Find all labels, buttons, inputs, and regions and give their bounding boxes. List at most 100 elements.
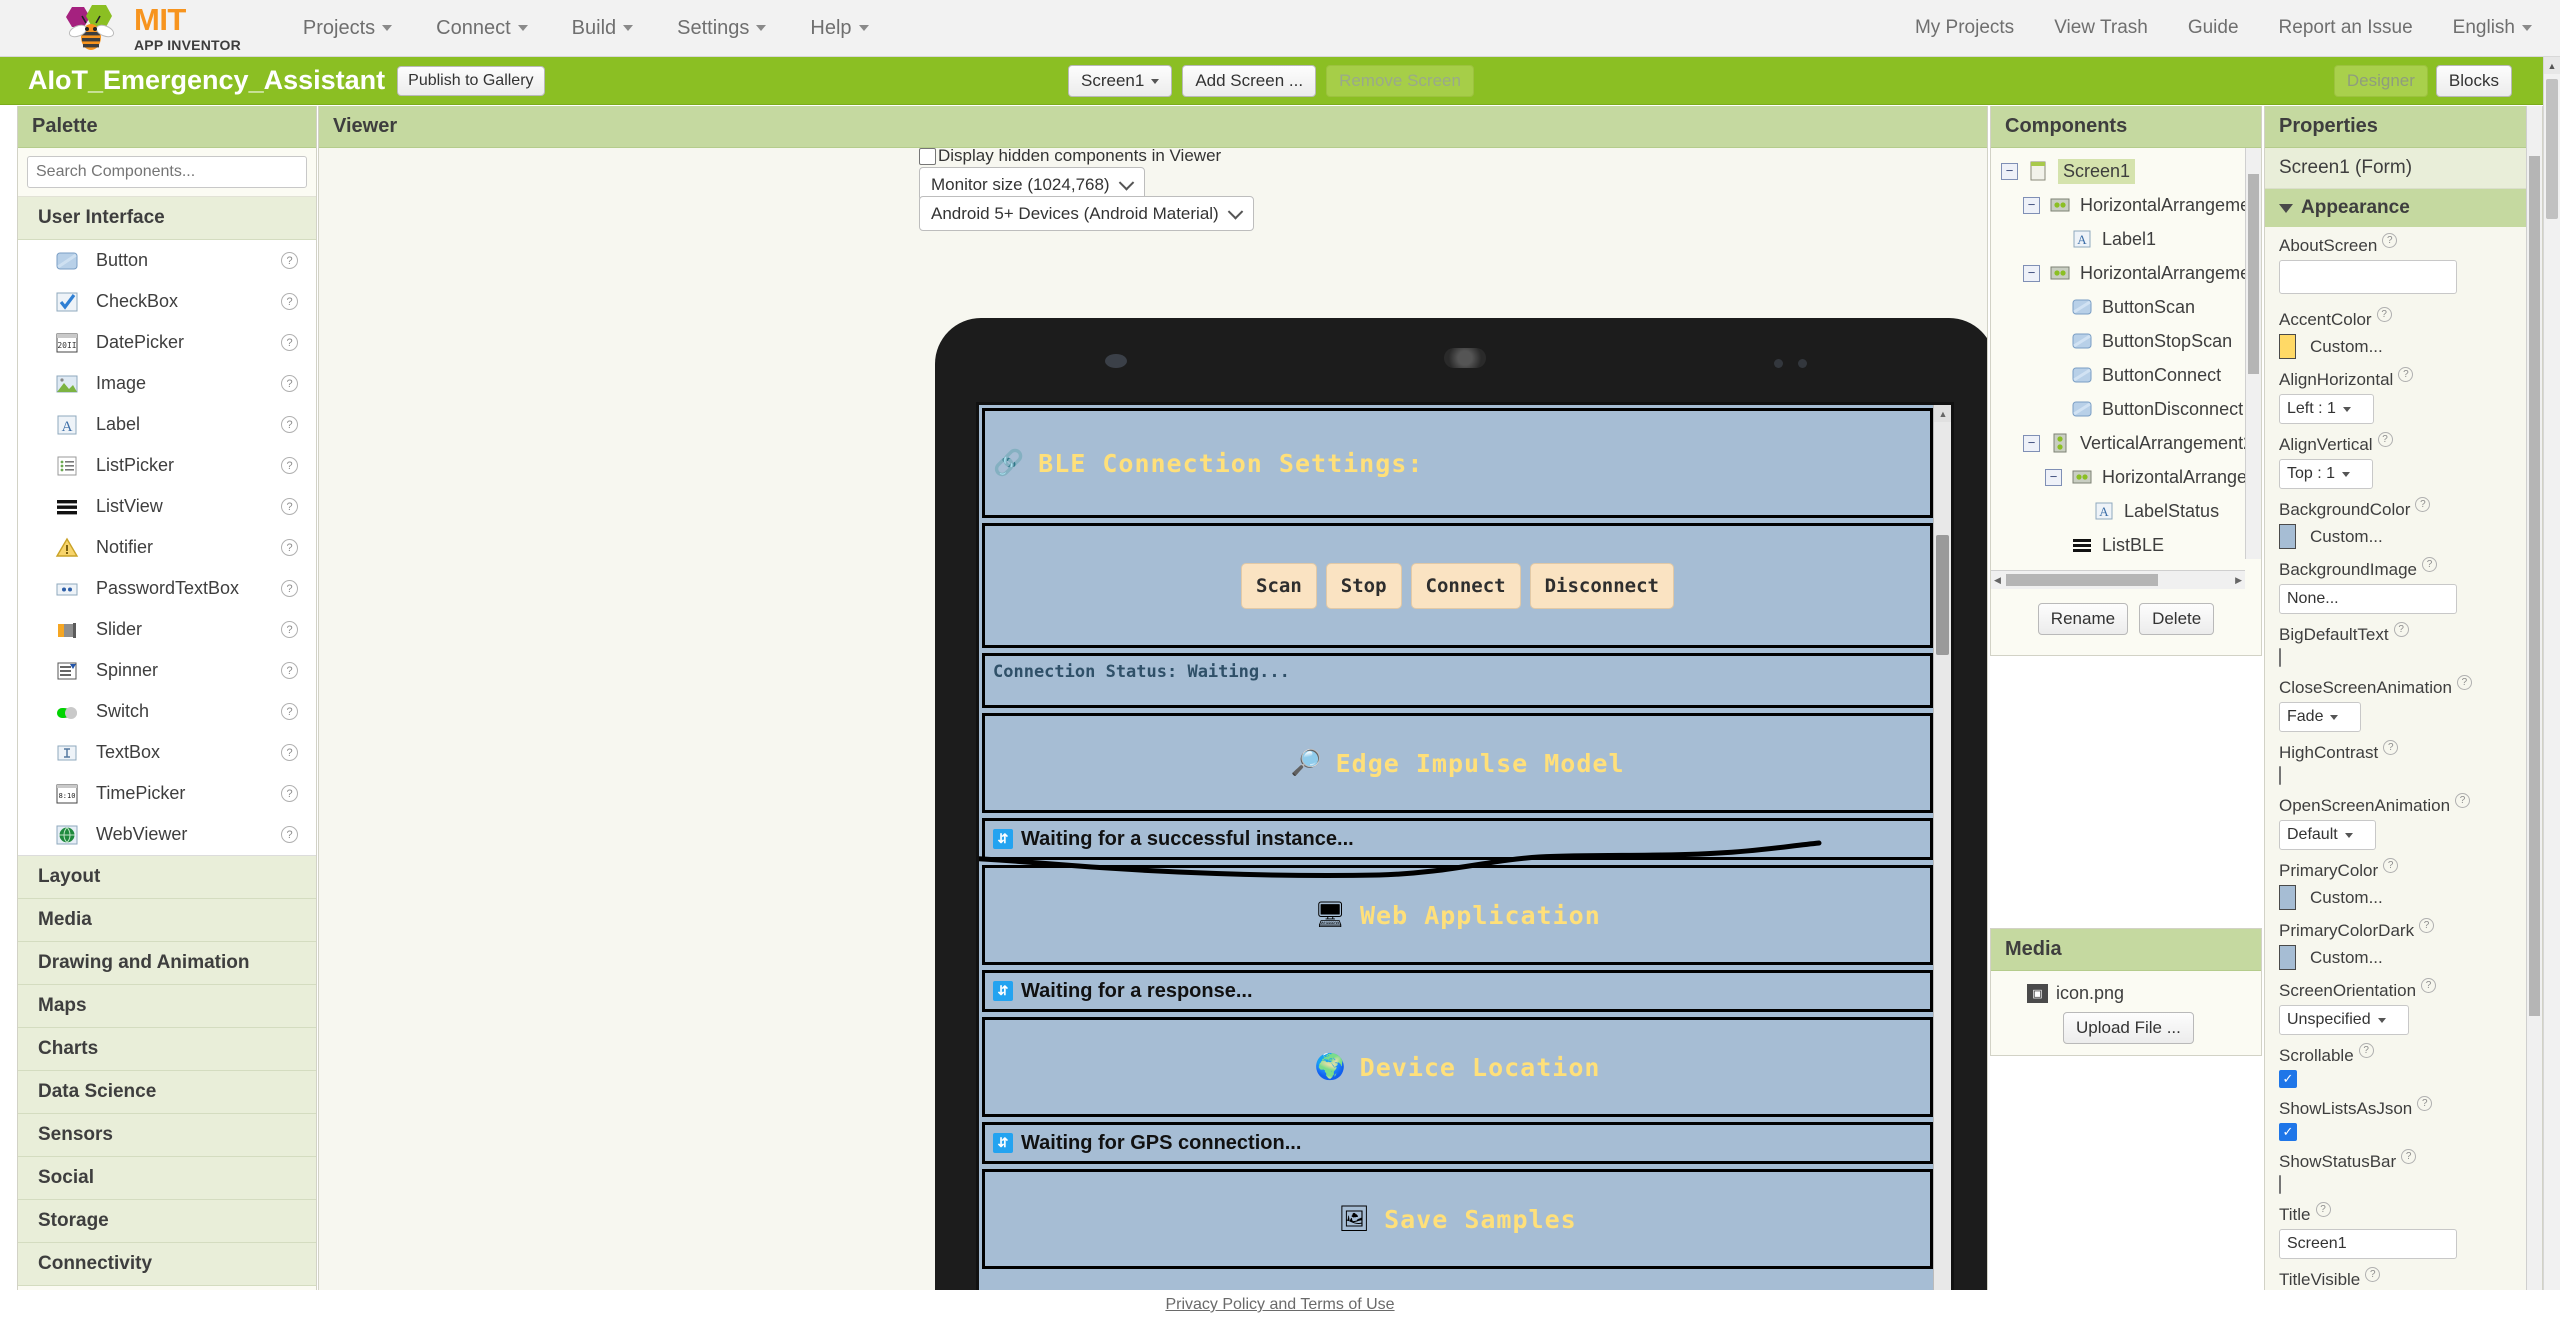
property-input-title[interactable]	[2279, 1229, 2457, 1259]
status-row-6[interactable]: ⇵ Waiting for a response...	[982, 970, 1933, 1012]
guide-link[interactable]: Guide	[2188, 17, 2239, 39]
help-icon[interactable]: ?	[2419, 918, 2435, 933]
palette-category-social[interactable]: Social	[18, 1157, 316, 1200]
help-icon[interactable]: ?	[281, 580, 298, 597]
palette-category-user-interface[interactable]: User Interface	[18, 197, 316, 240]
help-icon[interactable]: ?	[281, 785, 298, 802]
add-screen-button[interactable]: Add Screen ...	[1182, 64, 1317, 97]
nav-help[interactable]: Help	[810, 17, 869, 40]
display-hidden-components-row[interactable]: Display hidden components in Viewer	[919, 146, 1221, 166]
property-color-row[interactable]: Custom...	[2279, 524, 2528, 549]
help-icon[interactable]: ?	[2421, 978, 2437, 993]
help-icon[interactable]: ?	[281, 498, 298, 515]
palette-item-webviewer[interactable]: WebViewer?	[18, 814, 316, 855]
property-color-row[interactable]: Custom...	[2279, 334, 2528, 359]
component-tree-vscrollbar[interactable]	[2245, 148, 2261, 559]
help-icon[interactable]: ?	[281, 252, 298, 269]
property-color-row[interactable]: Custom...	[2279, 885, 2528, 910]
tree-node-horizontalarrangement[interactable]: − HorizontalArrangement	[1991, 256, 2245, 290]
collapse-icon[interactable]: −	[2001, 162, 2018, 180]
scroll-left-icon[interactable]: ◀	[1994, 575, 2001, 586]
collapse-icon[interactable]: −	[2045, 468, 2062, 486]
help-icon[interactable]: ?	[281, 539, 298, 556]
property-checkbox-scrollable[interactable]: ✓	[2279, 1070, 2297, 1088]
color-swatch[interactable]	[2279, 334, 2296, 359]
phone-screen-scrollbar[interactable]: ▲	[1933, 405, 1951, 1319]
color-swatch[interactable]	[2279, 945, 2296, 970]
palette-item-datepicker[interactable]: 20II DatePicker?	[18, 322, 316, 363]
scrollbar-thumb[interactable]	[2006, 574, 2158, 586]
tree-node-verticalarrangement2[interactable]: − VerticalArrangement2	[1991, 426, 2245, 460]
property-input-backgroundimage[interactable]	[2279, 584, 2457, 614]
palette-category-charts[interactable]: Charts	[18, 1028, 316, 1071]
tab-blocks[interactable]: Blocks	[2435, 64, 2512, 97]
help-icon[interactable]: ?	[2358, 1043, 2374, 1058]
arrangement-0[interactable]: 🔗 BLE Connection Settings:	[982, 408, 1933, 518]
delete-button[interactable]: Delete	[2139, 603, 2215, 635]
palette-category-storage[interactable]: Storage	[18, 1200, 316, 1243]
tree-node-buttondisconnect[interactable]: ButtonDisconnect	[1991, 392, 2245, 426]
tree-node-label1[interactable]: A Label1	[1991, 222, 2245, 256]
help-icon[interactable]: ?	[2398, 367, 2414, 382]
help-icon[interactable]: ?	[2382, 233, 2398, 248]
search-input[interactable]	[27, 156, 307, 188]
palette-item-notifier[interactable]: Notifier?	[18, 527, 316, 568]
nav-projects[interactable]: Projects	[303, 17, 393, 40]
palette-category-sensors[interactable]: Sensors	[18, 1114, 316, 1157]
arrangement-9[interactable]: 🖼 Save Samples	[982, 1169, 1933, 1269]
help-icon[interactable]: ?	[281, 703, 298, 720]
tree-node-screen1[interactable]: − Screen1	[1991, 154, 2245, 188]
app-button-stop[interactable]: Stop	[1325, 562, 1402, 609]
help-icon[interactable]: ?	[2383, 858, 2399, 873]
app-button-connect[interactable]: Connect	[1410, 562, 1521, 609]
property-select-closescreenanimation[interactable]: Fade	[2279, 702, 2362, 732]
help-icon[interactable]: ?	[281, 744, 298, 761]
collapse-icon[interactable]: −	[2023, 264, 2040, 282]
publish-to-gallery-button[interactable]: Publish to Gallery	[397, 65, 545, 96]
help-icon[interactable]: ?	[2401, 1149, 2417, 1164]
scroll-up-icon[interactable]: ▲	[2544, 57, 2560, 74]
property-checkbox-bigdefaulttext[interactable]	[2279, 648, 2281, 667]
connection-status-row[interactable]: Connection Status: Waiting...	[982, 653, 1933, 708]
property-checkbox-showstatusbar[interactable]	[2279, 1175, 2281, 1194]
app-button-disconnect[interactable]: Disconnect	[1529, 562, 1674, 609]
palette-item-textbox[interactable]: TextBox?	[18, 732, 316, 773]
arrangement-3[interactable]: 🔎 Edge Impulse Model	[982, 713, 1933, 813]
palette-item-image[interactable]: Image?	[18, 363, 316, 404]
palette-item-timepicker[interactable]: 8:10 TimePicker?	[18, 773, 316, 814]
color-swatch[interactable]	[2279, 885, 2296, 910]
tree-node-horizontalarrangement[interactable]: − HorizontalArrangement	[1991, 188, 2245, 222]
nav-settings[interactable]: Settings	[677, 17, 767, 40]
nav-connect[interactable]: Connect	[436, 17, 528, 40]
palette-item-passwordtextbox[interactable]: PasswordTextBox?	[18, 568, 316, 609]
tree-node-horizontalarrangem[interactable]: − HorizontalArrangem	[1991, 460, 2245, 494]
help-icon[interactable]: ?	[2365, 1267, 2381, 1282]
help-icon[interactable]: ?	[2393, 622, 2409, 637]
help-icon[interactable]: ?	[2421, 557, 2437, 572]
palette-item-slider[interactable]: Slider?	[18, 609, 316, 650]
scrollbar-thumb[interactable]	[1936, 535, 1949, 655]
property-select-alignhorizontal[interactable]: Left : 1	[2279, 394, 2374, 424]
my-projects-link[interactable]: My Projects	[1915, 17, 2014, 39]
properties-section-appearance[interactable]: Appearance	[2265, 189, 2542, 227]
media-file-item[interactable]: ▣ icon.png	[1991, 971, 2261, 1004]
device-theme-select[interactable]: Android 5+ Devices (Android Material)	[919, 196, 1254, 231]
palette-item-listpicker[interactable]: ListPicker?	[18, 445, 316, 486]
mit-app-inventor-logo[interactable]: MIT APP INVENTOR	[62, 3, 241, 53]
help-icon[interactable]: ?	[281, 416, 298, 433]
palette-item-spinner[interactable]: Spinner?	[18, 650, 316, 691]
help-icon[interactable]: ?	[2377, 432, 2393, 447]
palette-category-media[interactable]: Media	[18, 899, 316, 942]
palette-category-drawing-and-animation[interactable]: Drawing and Animation	[18, 942, 316, 985]
report-issue-link[interactable]: Report an Issue	[2279, 17, 2413, 39]
display-hidden-components-checkbox[interactable]	[919, 147, 936, 165]
help-icon[interactable]: ?	[281, 457, 298, 474]
palette-item-label[interactable]: A Label?	[18, 404, 316, 445]
palette-category-layout[interactable]: Layout	[18, 856, 316, 899]
tree-node-buttonstopscan[interactable]: ButtonStopScan	[1991, 324, 2245, 358]
nav-build[interactable]: Build	[572, 17, 634, 40]
arrangement-5[interactable]: 🖥 Web Application	[982, 865, 1933, 965]
color-value-label[interactable]: Custom...	[2310, 337, 2383, 357]
collapse-icon[interactable]: −	[2023, 434, 2040, 452]
property-checkbox-highcontrast[interactable]	[2279, 766, 2281, 785]
